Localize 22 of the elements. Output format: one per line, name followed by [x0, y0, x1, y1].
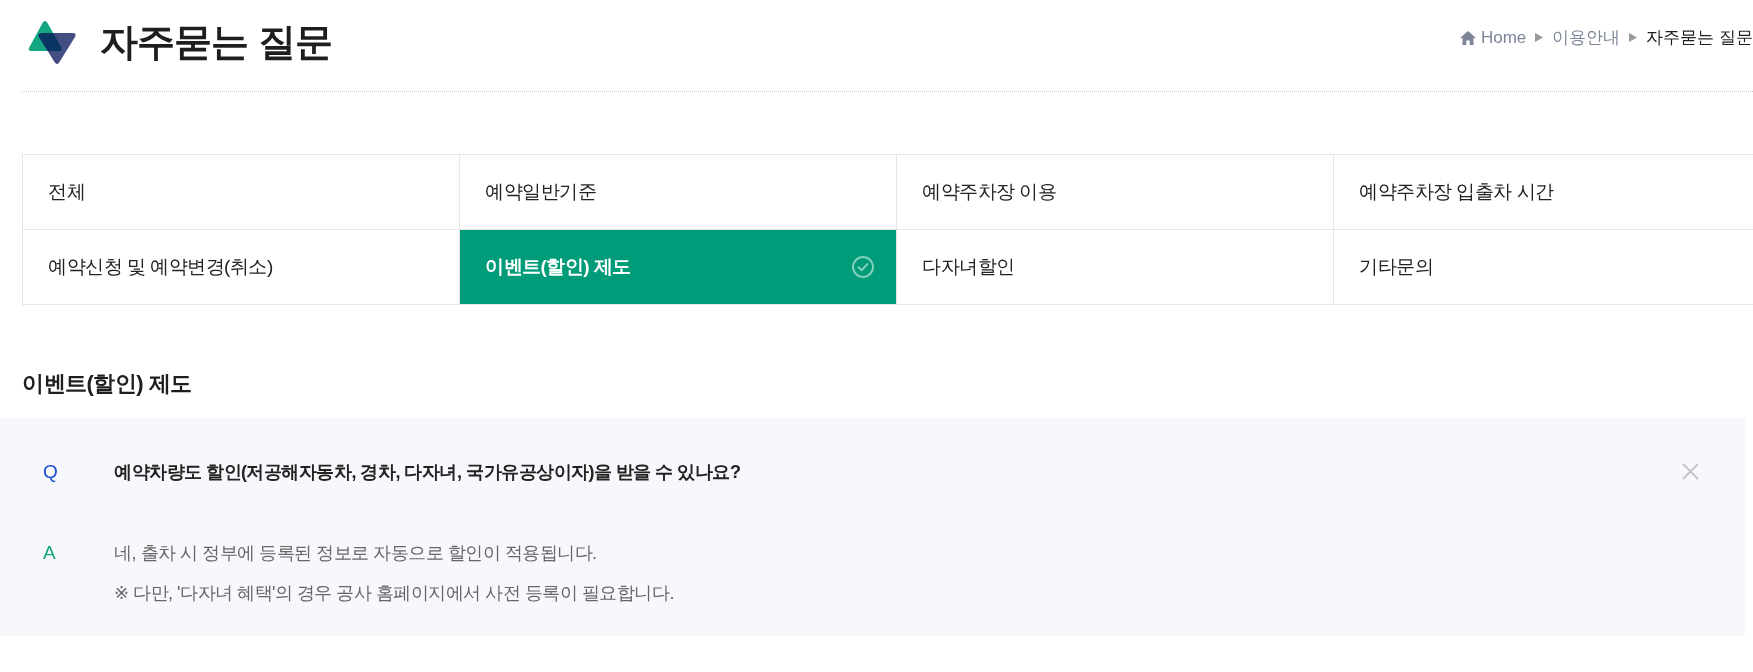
separator-icon: [1629, 33, 1638, 42]
category-tab[interactable]: 전체: [23, 155, 460, 230]
breadcrumb-link[interactable]: 이용안내: [1552, 26, 1621, 49]
logo-icon: [28, 20, 76, 65]
home-icon: [1459, 30, 1476, 45]
category-tab[interactable]: 예약신청 및 예약변경(취소): [23, 230, 460, 305]
category-tab[interactable]: 다자녀할인: [897, 230, 1334, 305]
close-icon[interactable]: [1682, 463, 1699, 480]
category-tab[interactable]: 예약주차장 이용: [897, 155, 1334, 230]
category-tab[interactable]: 예약일반기준: [460, 155, 897, 230]
answer-text: 네, 출차 시 정부에 등록된 정보로 자동으로 할인이 적용됩니다.: [114, 542, 597, 565]
question-text[interactable]: 예약차량도 할인(저공해자동차, 경차, 다자녀, 국가유공상이자)을 받을 수 있나요?: [114, 452, 741, 492]
question-mark: Q: [43, 460, 58, 484]
category-tab[interactable]: 이벤트(할인) 제도: [460, 230, 897, 305]
answer-text: ※ 다만, '다자녀 혜택'의 경우 공사 홈페이지에서 사전 등록이 필요합니다.: [114, 582, 674, 605]
breadcrumb-link[interactable]: Home: [1459, 27, 1527, 48]
page-title: 자주묻는 질문: [100, 20, 332, 65]
answer-mark: A: [43, 541, 56, 565]
breadcrumb-current-page: 자주묻는 질문: [1646, 27, 1753, 49]
separator-icon: [1535, 33, 1544, 42]
check-circle-icon: [852, 256, 874, 278]
section-title: 이벤트(할인) 제도: [22, 370, 192, 398]
